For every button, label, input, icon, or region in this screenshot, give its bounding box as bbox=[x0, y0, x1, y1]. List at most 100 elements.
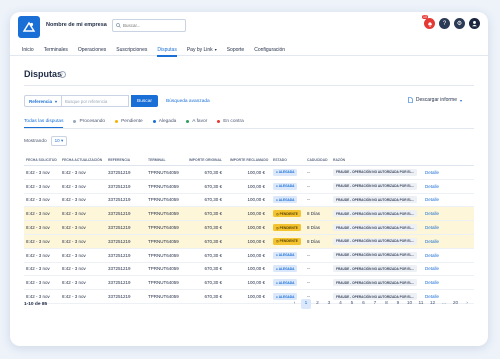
page-number-button[interactable]: 3 bbox=[324, 299, 334, 309]
page-number-button[interactable]: 8 bbox=[382, 299, 392, 309]
detail-cell: Detalle bbox=[423, 248, 474, 263]
status-cell: ● ALEGADA bbox=[271, 275, 305, 291]
status-text: ALEGADA bbox=[278, 170, 295, 175]
status-text: ALEGADA bbox=[278, 280, 295, 285]
tab-en-contra[interactable]: En contra bbox=[217, 116, 244, 126]
status-badge: ◷ PENDIENTE bbox=[273, 210, 301, 218]
tab-label: Procesando bbox=[79, 118, 106, 124]
claimed-amount-cell: 100,00 € bbox=[228, 289, 271, 304]
column-header[interactable]: Caducidad bbox=[305, 155, 331, 166]
reason-badge: FRAUDE - OPERACIÓN NO AUTORIZADA POR EL.… bbox=[333, 279, 418, 287]
status-badge: ● ALEGADA bbox=[273, 182, 298, 190]
reference-cell: 337251219 bbox=[106, 193, 146, 208]
page-number-button[interactable]: 10 bbox=[405, 299, 415, 309]
column-header[interactable]: Estado bbox=[271, 155, 305, 166]
search-input[interactable] bbox=[123, 23, 179, 28]
tab-pendiente[interactable]: Pendiente bbox=[115, 116, 143, 126]
page-number-button[interactable]: 5 bbox=[347, 299, 357, 309]
tab-a-favor[interactable]: A favor bbox=[186, 116, 207, 126]
request-date-cell: 8:42 - 3 nov bbox=[24, 220, 60, 235]
detail-link[interactable]: Detalle bbox=[425, 266, 439, 271]
company-name[interactable]: Nombre de mi empresa bbox=[46, 22, 107, 28]
nav-item-inicio[interactable]: Inicio bbox=[22, 44, 34, 56]
detail-link[interactable]: Detalle bbox=[425, 211, 439, 216]
column-header[interactable]: Fecha actualización bbox=[60, 155, 106, 166]
page-number-button[interactable]: 12 bbox=[428, 299, 438, 309]
reason-cell: FRAUDE - OPERACIÓN NO AUTORIZADA POR EL.… bbox=[331, 193, 423, 208]
detail-link[interactable]: Detalle bbox=[425, 170, 439, 175]
terminal-cell: TPRNUT64059 bbox=[146, 220, 186, 235]
detail-link[interactable]: Detalle bbox=[425, 184, 439, 189]
notifications-icon[interactable]: 10 bbox=[422, 15, 435, 29]
column-header[interactable]: Importe reclamado bbox=[228, 155, 271, 166]
help-icon[interactable]: ? bbox=[439, 18, 450, 29]
search-icon bbox=[116, 23, 121, 28]
column-header[interactable]: Fecha solicitud bbox=[24, 155, 60, 166]
detail-link[interactable]: Detalle bbox=[425, 197, 439, 202]
page-number-button[interactable]: 20 bbox=[451, 299, 461, 309]
status-cell: ● ALEGADA bbox=[271, 165, 305, 180]
gear-icon[interactable]: ⚙ bbox=[454, 18, 465, 29]
reason-badge: FRAUDE - OPERACIÓN NO AUTORIZADA POR EL.… bbox=[333, 251, 418, 259]
tab-todas[interactable]: Todas las disputas bbox=[24, 116, 64, 128]
detail-link[interactable]: Detalle bbox=[425, 280, 439, 285]
next-page-icon[interactable]: › bbox=[462, 299, 472, 309]
page-number-button[interactable]: 2 bbox=[313, 299, 323, 309]
page-size-select[interactable]: 10 ▾ bbox=[50, 136, 68, 146]
claimed-amount-cell: 100,00 € bbox=[228, 234, 271, 249]
page-number-button[interactable]: 1 bbox=[301, 299, 311, 309]
detail-cell: Detalle bbox=[423, 262, 474, 277]
nav-item-configuracion[interactable]: Configuración bbox=[254, 44, 285, 56]
advanced-search-link[interactable]: Búsqueda avanzada bbox=[166, 99, 210, 104]
status-badge: ● ALEGADA bbox=[273, 196, 298, 204]
status-text: ALEGADA bbox=[278, 294, 295, 299]
detail-link[interactable]: Detalle bbox=[425, 239, 439, 244]
nav-item-suscripciones[interactable]: Suscripciones bbox=[116, 44, 147, 56]
tab-procesando[interactable]: Procesando bbox=[73, 116, 105, 126]
nav-item-soporte[interactable]: Soporte bbox=[227, 44, 245, 56]
claimed-amount-cell: 100,00 € bbox=[228, 248, 271, 263]
status-badge: ● ALEGADA bbox=[273, 265, 298, 273]
detail-link[interactable]: Detalle bbox=[425, 225, 439, 230]
page-number-button[interactable]: 6 bbox=[359, 299, 369, 309]
update-date-cell: 8:42 - 3 nov bbox=[60, 165, 106, 180]
nav-item-pay-by-link[interactable]: Pay by Link ▾ bbox=[187, 44, 217, 56]
filter-field-select[interactable]: Referencia ▾ bbox=[24, 95, 63, 107]
detail-link[interactable]: Detalle bbox=[425, 253, 439, 258]
column-header[interactable]: Referencia bbox=[106, 155, 146, 166]
notification-badge: 10 bbox=[422, 15, 428, 19]
claimed-amount-cell: 100,00 € bbox=[228, 206, 271, 222]
terminal-cell: TPRNUT64059 bbox=[146, 289, 186, 304]
column-header[interactable]: Importe original bbox=[186, 155, 228, 166]
avatar[interactable] bbox=[469, 18, 480, 29]
nav-item-terminales[interactable]: Terminales bbox=[44, 44, 68, 56]
status-dot bbox=[73, 119, 77, 123]
terminal-cell: TPRNUT64059 bbox=[146, 262, 186, 277]
page-number-button[interactable]: 9 bbox=[393, 299, 403, 309]
claimed-amount-cell: 100,00 € bbox=[228, 193, 271, 208]
column-header[interactable]: Terminal bbox=[146, 155, 186, 166]
reason-badge: FRAUDE - OPERACIÓN NO AUTORIZADA POR EL.… bbox=[333, 237, 418, 245]
expiry-cell: -- bbox=[305, 179, 331, 194]
prev-page-icon[interactable]: ‹ bbox=[290, 299, 300, 309]
tab-label: A favor bbox=[192, 118, 208, 124]
nav-item-operaciones[interactable]: Operaciones bbox=[78, 44, 106, 56]
nav-item-disputas[interactable]: Disputas bbox=[157, 44, 178, 57]
info-icon[interactable]: i bbox=[59, 71, 66, 78]
terminal-cell: TPRNUT64059 bbox=[146, 165, 186, 180]
page-number-button[interactable]: 7 bbox=[370, 299, 380, 309]
page-number-button[interactable]: 11 bbox=[416, 299, 426, 309]
column-header[interactable]: Razón bbox=[331, 155, 423, 166]
expiry-cell: -- bbox=[305, 275, 331, 291]
company-logo-icon[interactable] bbox=[18, 16, 40, 38]
page-number-button[interactable]: 4 bbox=[336, 299, 346, 309]
tab-alegada[interactable]: Alegada bbox=[152, 116, 176, 126]
reason-cell: FRAUDE - OPERACIÓN NO AUTORIZADA POR EL.… bbox=[331, 165, 423, 180]
nav-label: Operaciones bbox=[77, 46, 107, 53]
table-row: 8:42 - 3 nov 8:42 - 3 nov 337251219 TPRNUT6… bbox=[24, 179, 474, 194]
update-date-cell: 8:42 - 3 nov bbox=[60, 289, 106, 304]
global-search[interactable] bbox=[112, 19, 186, 32]
search-button[interactable]: Buscar bbox=[131, 95, 158, 107]
download-report-button[interactable]: Descargar informe ▾ bbox=[408, 97, 462, 103]
reference-search-input[interactable]: Busque por referencia bbox=[62, 95, 130, 107]
